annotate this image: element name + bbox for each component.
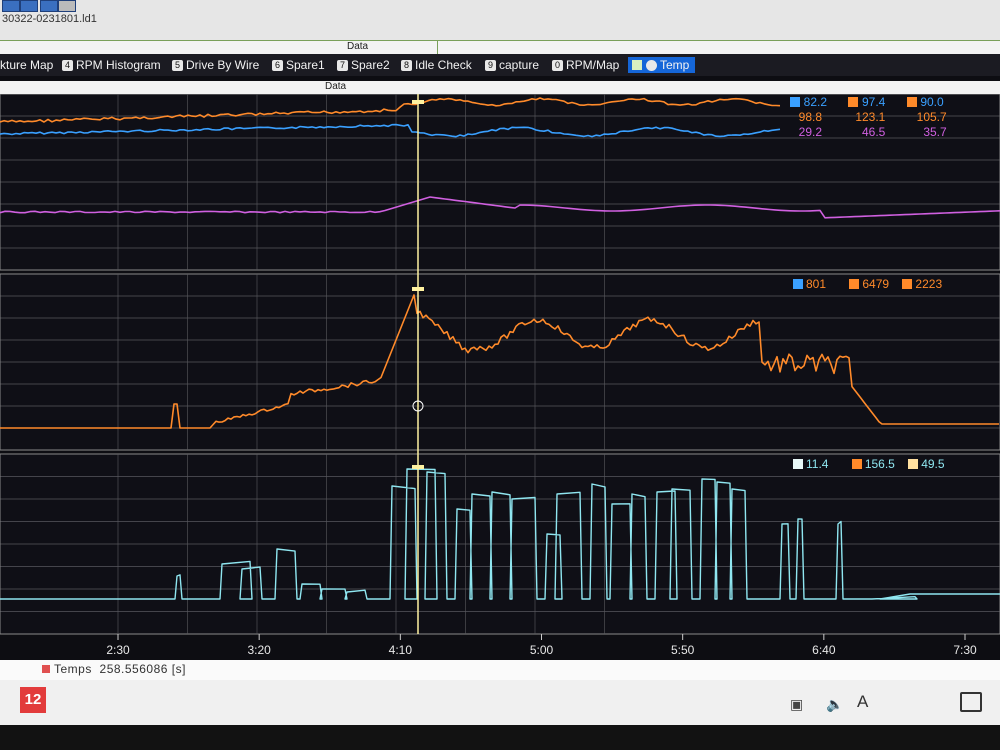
legend-value: 46.5 (861, 125, 886, 139)
time-chart[interactable]: 2:30 3:20 4:10 5:00 5:50 6:40 7:30 (0, 94, 1000, 660)
legend-min: 82.2 (803, 95, 827, 109)
tab-number: 9 (485, 59, 496, 71)
worksheet-tabs: kture Map 4 RPM Histogram 5 Drive By Wir… (0, 54, 1000, 76)
time-tick-label: 2:30 (106, 643, 130, 657)
legend-value: 29.2 (798, 125, 822, 139)
cursor-marker (412, 100, 424, 104)
legend-min: 11.4 (806, 457, 829, 471)
legend-panel3: 11.4 156.5 49.5 (793, 457, 945, 471)
min-icon (793, 459, 803, 469)
tab-label: Spare2 (351, 58, 390, 72)
tab-number: 7 (337, 59, 348, 71)
tab-capture[interactable]: 9 capture (485, 57, 539, 73)
avg-icon (902, 279, 913, 289)
avg-icon (906, 97, 917, 107)
split-divider[interactable] (437, 41, 438, 54)
min-icon (790, 97, 800, 107)
legend-value: 105.7 (916, 110, 947, 124)
legend-value: 98.8 (798, 110, 822, 124)
data-header-top: Data (0, 40, 1000, 55)
tab-label: capture (499, 58, 540, 72)
speedo-app-icon[interactable]: 12 (20, 687, 46, 713)
time-tick-label: 5:00 (530, 643, 554, 657)
tab-rpm-map[interactable]: 0 RPM/Map (552, 57, 619, 73)
toolbar-save-button[interactable] (40, 0, 58, 12)
tab-label: Spare1 (286, 58, 325, 72)
legend-panel1-row3: 29.2 46.5 35.7 (782, 125, 947, 139)
tab-rpm-histogram[interactable]: 4 RPM Histogram (62, 57, 161, 73)
max-icon (851, 459, 862, 469)
monitor-bezel (0, 725, 1000, 750)
max-icon (848, 97, 859, 107)
time-tick-label: 5:50 (671, 643, 695, 657)
tab-number (646, 59, 657, 71)
time-tick-label: 7:30 (953, 643, 977, 657)
tab-spare2[interactable]: 7 Spare2 (337, 57, 390, 73)
time-tick-label: 6:40 (812, 643, 836, 657)
screen: 30322-0231801.ld1 Data kture Map 4 RPM H… (0, 0, 1000, 750)
status-channel: Temps (54, 662, 92, 676)
tab-idle-check[interactable]: 8 Idle Check (401, 57, 472, 73)
tab-label: kture Map (0, 58, 54, 72)
tab-drive-by-wire[interactable]: 5 Drive By Wire (172, 57, 259, 73)
tab-spare1[interactable]: 6 Spare1 (272, 57, 325, 73)
tab-mixture-map[interactable]: kture Map (0, 57, 53, 73)
file-name: 30322-0231801.ld1 (2, 13, 97, 25)
volume-icon[interactable]: 🔈 (826, 696, 843, 713)
avg-icon (908, 459, 919, 469)
max-icon (849, 279, 860, 289)
tab-number: 5 (172, 59, 183, 71)
data-header-panel: Data (0, 81, 1000, 95)
time-tick-label: 3:20 (247, 643, 271, 657)
status-bar: Temps 258.556086 [s] (0, 660, 1000, 680)
title-toolbar: 30322-0231801.ld1 (0, 0, 1000, 40)
legend-panel2: 801 6479 2223 (793, 277, 942, 291)
data-header-top-label: Data (347, 41, 369, 52)
tab-label: Idle Check (415, 58, 472, 72)
legend-avg: 90.0 (920, 95, 944, 109)
tab-label: Temp (660, 58, 690, 72)
tab-label: Drive By Wire (186, 58, 260, 72)
legend-avg: 49.5 (921, 457, 945, 471)
tab-number: 0 (552, 59, 563, 71)
legend-avg: 2223 (915, 277, 943, 291)
legend-value: 123.1 (855, 110, 886, 124)
legend-max: 6479 (862, 277, 890, 291)
toolbar-back-button[interactable] (2, 0, 20, 12)
network-icon[interactable]: ▣ (790, 696, 803, 713)
cursor-marker (412, 465, 424, 469)
notification-icon[interactable] (960, 692, 982, 712)
app-icon-label: 12 (24, 691, 42, 708)
status-time: 258.556086 [s] (99, 662, 186, 676)
legend-panel1-row2: 98.8 123.1 105.7 (782, 110, 947, 124)
toolbar-dropdown-button[interactable] (58, 0, 76, 12)
data-header-panel-label: Data (325, 81, 347, 92)
legend-max: 97.4 (861, 95, 886, 109)
status-text: Temps 258.556086 [s] (54, 662, 186, 676)
legend-panel1-header: 82.2 97.4 90.0 (790, 95, 944, 109)
tab-number: 8 (401, 59, 412, 71)
time-tick-label: 4:10 (389, 643, 413, 657)
toolbar-forward-button[interactable] (20, 0, 38, 12)
legend-value: 35.7 (923, 125, 947, 139)
legend-min: 801 (806, 277, 827, 291)
tab-label: RPM Histogram (76, 58, 161, 72)
tab-temp[interactable]: Temp (628, 57, 696, 73)
ime-icon[interactable]: A (857, 692, 868, 712)
tab-number: 6 (272, 59, 283, 71)
legend-max: 156.5 (864, 457, 895, 471)
min-icon (793, 279, 803, 289)
cursor-marker (412, 287, 424, 291)
taskbar: 12 ▣ 🔈 A (0, 680, 1000, 725)
tab-label: RPM/Map (566, 58, 620, 72)
tab-color-icon (632, 60, 642, 70)
tab-number: 4 (62, 59, 73, 71)
channel-color-icon (42, 665, 50, 673)
